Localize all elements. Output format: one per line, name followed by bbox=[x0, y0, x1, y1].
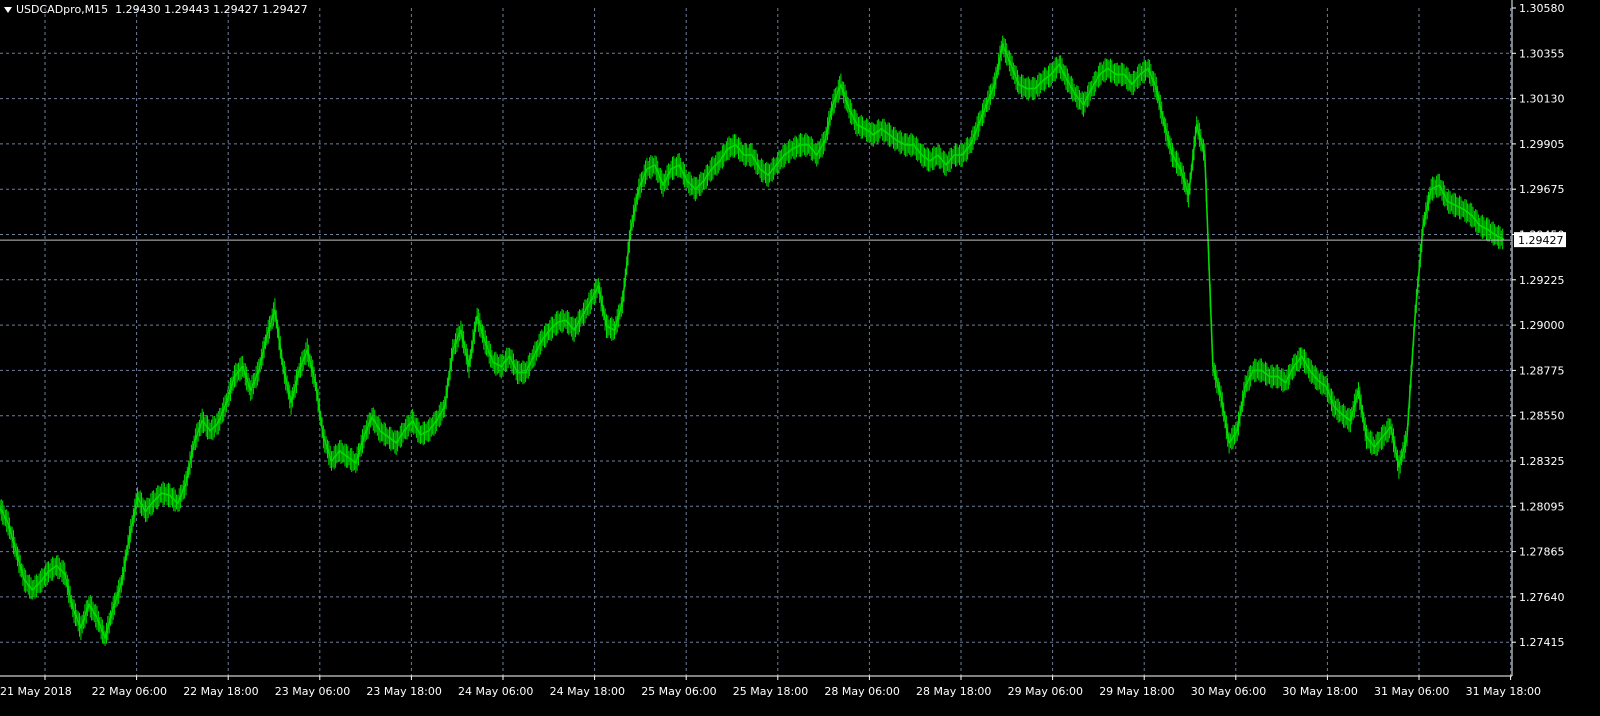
y-tick-label: 1.28775 bbox=[1519, 364, 1565, 377]
y-tick-label: 1.27865 bbox=[1519, 546, 1565, 559]
x-tick-label: 31 May 18:00 bbox=[1466, 685, 1541, 698]
y-tick-label: 1.29225 bbox=[1519, 274, 1565, 287]
x-tick-label: 24 May 06:00 bbox=[458, 685, 533, 698]
y-tick-label: 1.29905 bbox=[1519, 138, 1565, 151]
x-tick-label: 31 May 06:00 bbox=[1374, 685, 1449, 698]
y-tick-label: 1.28325 bbox=[1519, 455, 1565, 468]
x-tick-label: 22 May 06:00 bbox=[92, 685, 167, 698]
current-price-label: 1.29427 bbox=[1518, 234, 1564, 247]
x-tick-label: 28 May 18:00 bbox=[916, 685, 991, 698]
x-tick-label: 30 May 18:00 bbox=[1282, 685, 1357, 698]
y-tick-label: 1.30130 bbox=[1519, 93, 1565, 106]
y-tick-label: 1.28550 bbox=[1519, 410, 1565, 423]
y-tick-label: 1.29675 bbox=[1519, 183, 1565, 196]
price-chart[interactable]: 1.30580 1.30355 1.30130 1.29905 1.29675 1.294… bbox=[0, 0, 1600, 716]
chart-area[interactable]: 1.30580 1.30355 1.30130 1.29905 1.29675 1.294… bbox=[0, 0, 1600, 716]
x-tick-label: 29 May 06:00 bbox=[1008, 685, 1083, 698]
x-tick-label: 30 May 06:00 bbox=[1191, 685, 1266, 698]
y-tick-label: 1.30580 bbox=[1519, 2, 1565, 15]
y-tick-label: 1.30355 bbox=[1519, 47, 1565, 60]
x-tick-label: 28 May 06:00 bbox=[824, 685, 899, 698]
x-tick-label: 25 May 18:00 bbox=[733, 685, 808, 698]
x-tick-label: 21 May 2018 bbox=[0, 685, 72, 698]
y-tick-label: 1.27640 bbox=[1519, 591, 1565, 604]
chart-header: USDCADpro,M15 1.29430 1.29443 1.29427 1.… bbox=[4, 3, 308, 16]
x-tick-label: 23 May 06:00 bbox=[275, 685, 350, 698]
x-tick-label: 22 May 18:00 bbox=[183, 685, 258, 698]
x-tick-label: 29 May 18:00 bbox=[1099, 685, 1174, 698]
x-axis-labels: 21 May 2018 22 May 06:00 22 May 18:00 23 Ma… bbox=[0, 685, 1541, 698]
y-tick-label: 1.27415 bbox=[1519, 636, 1565, 649]
ohlc-values: 1.29430 1.29443 1.29427 1.29427 bbox=[115, 3, 308, 16]
y-tick-label: 1.28095 bbox=[1519, 500, 1565, 513]
y-axis-labels: 1.30580 1.30355 1.30130 1.29905 1.29675 1.294… bbox=[1519, 2, 1565, 649]
y-tick-label: 1.29000 bbox=[1519, 319, 1565, 332]
triangle-down-icon[interactable] bbox=[4, 7, 12, 13]
x-tick-label: 24 May 18:00 bbox=[550, 685, 625, 698]
symbol-timeframe: USDCADpro,M15 bbox=[16, 3, 109, 16]
x-tick-label: 23 May 18:00 bbox=[366, 685, 441, 698]
x-tick-label: 25 May 06:00 bbox=[641, 685, 716, 698]
